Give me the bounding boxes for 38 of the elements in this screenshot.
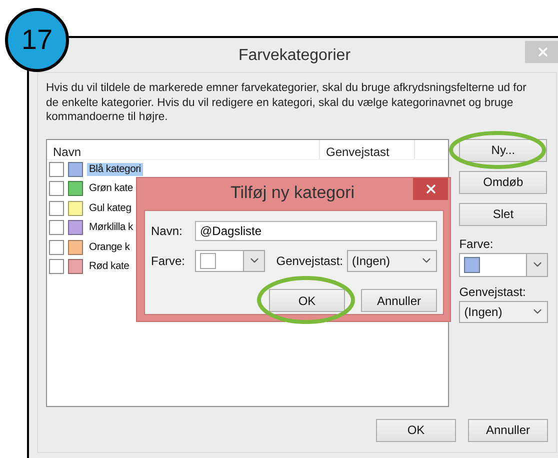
- side-button[interactable]: Omdøb: [459, 170, 548, 194]
- dialog-button[interactable]: Annuller: [361, 289, 437, 312]
- checkbox[interactable]: [49, 162, 64, 177]
- color-dropdown[interactable]: [195, 250, 265, 272]
- category-name[interactable]: Orange k: [87, 240, 132, 254]
- column-header[interactable]: Navn: [47, 140, 320, 158]
- close-icon: [424, 182, 438, 196]
- name-field[interactable]: @Dagsliste: [195, 220, 437, 241]
- dialog-button[interactable]: OK: [269, 289, 345, 312]
- window-title: Farvekategorier: [238, 47, 351, 65]
- category-name[interactable]: Rød kate: [87, 260, 132, 274]
- color-label: Farve:: [459, 236, 494, 250]
- checkbox[interactable]: [49, 259, 64, 274]
- footer-button[interactable]: OK: [376, 418, 456, 442]
- category-name[interactable]: Gul kateg: [87, 202, 134, 215]
- column-header[interactable]: Genvejstast: [320, 140, 415, 158]
- side-button[interactable]: Slet: [459, 202, 548, 226]
- side-button[interactable]: Ny...: [459, 138, 548, 162]
- color-label: Farve:: [151, 254, 186, 268]
- checkbox[interactable]: [49, 220, 64, 236]
- close-icon: [536, 45, 550, 59]
- close-button[interactable]: [413, 178, 448, 200]
- category-name[interactable]: Mørklilla k: [87, 221, 136, 234]
- shortcut-dropdown[interactable]: (Ingen): [459, 300, 548, 322]
- category-name[interactable]: Grøn kate: [87, 182, 135, 196]
- step-badge: 17: [5, 8, 69, 72]
- category-name[interactable]: Blå kategori: [87, 162, 143, 176]
- shortcut-label: Genvejstast:: [276, 254, 343, 268]
- dialog-title: Tilføj ny kategori: [230, 183, 355, 203]
- footer-button[interactable]: Annuller: [468, 418, 548, 442]
- shortcut-dropdown[interactable]: (Ingen): [347, 250, 437, 272]
- shortcut-label: Genvejstast:: [459, 284, 527, 298]
- checkbox[interactable]: [49, 200, 64, 216]
- description-text: Hvis du vil tildele de markerede emner farvekategorier, skal du bruge afkrydsningsfelterne ud for de enkelte kategorier. Hvis du vil redigere en kategori, skal du vælge kategorinavnet og bruge kommandoerne til højre.: [46, 81, 528, 124]
- checkbox[interactable]: [49, 240, 64, 255]
- color-dropdown[interactable]: [459, 252, 548, 276]
- checkbox[interactable]: [49, 181, 64, 196]
- name-label: Navn:: [151, 224, 184, 238]
